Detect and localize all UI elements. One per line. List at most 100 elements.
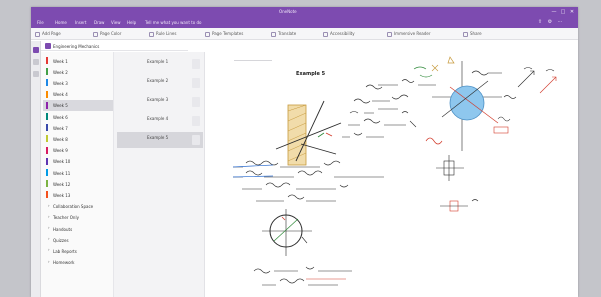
page-thumbnail <box>192 135 200 145</box>
section-label: Week 5 <box>53 103 68 109</box>
toolbar-accessibility[interactable]: Accessibility <box>323 31 355 37</box>
section-item[interactable]: Week 10 <box>43 156 113 167</box>
settings-icon[interactable]: ⚙ <box>547 19 553 25</box>
section-group-item[interactable]: › Teacher Only <box>43 212 113 223</box>
maximize-icon[interactable]: □ <box>560 9 566 15</box>
menu-help[interactable]: Help <box>127 20 136 25</box>
toolbar-translate[interactable]: Translate <box>271 31 296 37</box>
page-item[interactable]: Example 3 <box>117 94 203 110</box>
more-icon[interactable]: ⋯ <box>557 19 563 25</box>
chevron-right-icon: › <box>48 202 50 208</box>
toolbar-page-templates[interactable]: Page Templates <box>205 31 243 37</box>
toolbar-rule-lines[interactable]: Rule Lines <box>149 31 176 37</box>
menu-file[interactable]: File <box>37 20 44 25</box>
section-label: Week 9 <box>53 148 68 154</box>
section-group-item[interactable]: › Collaboration Space <box>43 201 113 212</box>
section-color-swatch <box>46 124 48 132</box>
section-color-swatch <box>46 79 48 87</box>
lower-equations <box>253 266 352 286</box>
handwritten-ink <box>232 56 557 286</box>
section-color-swatch <box>46 169 48 176</box>
section-item[interactable]: Week 2 <box>43 66 113 77</box>
section-label: Week 10 <box>53 159 71 165</box>
section-item[interactable]: Week 1 <box>43 55 113 66</box>
section-group-item[interactable]: › Lab Reports <box>43 245 113 256</box>
page-item[interactable]: Example 1 <box>117 56 203 72</box>
page-item[interactable]: Example 2 <box>117 75 203 91</box>
toolbar-immersive-reader[interactable]: Immersive Reader <box>387 31 431 37</box>
section-color-swatch <box>46 101 48 109</box>
section-label: Week 13 <box>53 192 71 198</box>
section-label: Week 6 <box>53 114 68 120</box>
section-color-swatch <box>46 191 48 199</box>
section-label: Week 2 <box>53 69 68 75</box>
hatched-wall <box>287 104 307 166</box>
section-color-swatch <box>46 90 48 98</box>
notebook-icon <box>45 43 51 49</box>
notebook-strip <box>31 41 41 297</box>
menu-view[interactable]: View <box>111 20 121 25</box>
section-item[interactable]: Week 6 <box>43 111 113 122</box>
menu-home[interactable]: Home <box>55 20 67 25</box>
section-item[interactable]: Week 11 <box>43 167 113 178</box>
window-title: OneNote <box>279 9 297 14</box>
section-item[interactable]: Week 9 <box>43 145 113 156</box>
toolbar-share[interactable]: Share <box>463 31 482 37</box>
share-icon[interactable]: ⇪ <box>537 19 543 25</box>
section-item[interactable]: Week 13 <box>43 189 113 200</box>
notebook-icon[interactable] <box>33 47 39 53</box>
section-label: Week 7 <box>53 125 68 131</box>
tell-me-search[interactable]: Tell me what you want to do <box>145 20 201 25</box>
menu-insert[interactable]: Insert <box>75 20 86 25</box>
section-group-label: Handouts <box>53 226 73 232</box>
section-color-swatch <box>46 180 48 188</box>
page-canvas[interactable]: Example 5 <box>206 41 578 297</box>
page-item[interactable]: Example 5 <box>117 132 203 148</box>
toolbar-add-page[interactable]: Add Page <box>35 31 61 37</box>
page-title: Example 4 <box>147 116 169 121</box>
search-icon[interactable] <box>33 59 39 65</box>
chevron-right-icon: › <box>48 258 50 264</box>
menu-draw[interactable]: Draw <box>94 20 104 25</box>
chevron-right-icon: › <box>48 236 50 242</box>
page-title: Example 5 <box>147 135 169 140</box>
chevron-right-icon: › <box>48 225 50 230</box>
stress-elements <box>436 155 479 212</box>
recent-icon[interactable] <box>33 71 39 77</box>
section-color-swatch <box>46 68 48 76</box>
page-title: Example 2 <box>147 78 169 83</box>
page-thumbnail <box>192 59 200 69</box>
close-icon[interactable]: ✕ <box>569 9 575 15</box>
section-group-item[interactable]: › Quizzes <box>43 234 113 245</box>
section-item[interactable]: Week 3 <box>43 77 113 88</box>
section-item[interactable]: Week 12 <box>43 178 113 189</box>
section-group-item[interactable]: › Handouts <box>43 223 113 234</box>
mohr-circle-sketch <box>262 209 312 256</box>
minimize-icon[interactable]: — <box>551 9 557 15</box>
section-color-swatch <box>46 146 48 154</box>
section-item[interactable]: Week 8 <box>43 133 113 144</box>
ribbon-toolbar: Add Page Page Color Rule Lines Page Temp… <box>31 28 578 40</box>
page-thumbnail <box>192 78 200 88</box>
section-label: Week 12 <box>53 181 71 187</box>
toolbar-label: Add Page <box>42 31 61 36</box>
toolbar-label: Page Color <box>100 31 122 36</box>
inclined-diagram <box>275 100 342 162</box>
page-item[interactable]: Example 4 <box>117 113 203 129</box>
section-label: Week 3 <box>53 80 68 86</box>
sections-pane: Week 1 Week 2 Week 3 Week 4 Week 5 Week 6 Week… <box>41 52 114 297</box>
notebook-header[interactable]: Engineering Mechanics <box>41 41 188 51</box>
section-group-label: Collaboration Space <box>53 204 94 210</box>
photo-background: OneNote — □ ✕ File Home Insert Draw View… <box>0 0 601 297</box>
onenote-window: OneNote — □ ✕ File Home Insert Draw View… <box>31 7 578 297</box>
page-title: Example 1 <box>147 59 169 64</box>
section-item[interactable]: Week 5 <box>43 99 113 111</box>
section-item[interactable]: Week 4 <box>43 89 113 100</box>
page-title: Example 3 <box>147 97 169 102</box>
toolbar-page-color[interactable]: Page Color <box>93 31 121 37</box>
colored-marks <box>413 56 455 145</box>
section-group-item[interactable]: › Homework <box>43 257 113 268</box>
section-item[interactable]: Week 7 <box>43 122 113 133</box>
section-label: Week 4 <box>53 92 68 98</box>
page-thumbnail <box>192 116 200 126</box>
